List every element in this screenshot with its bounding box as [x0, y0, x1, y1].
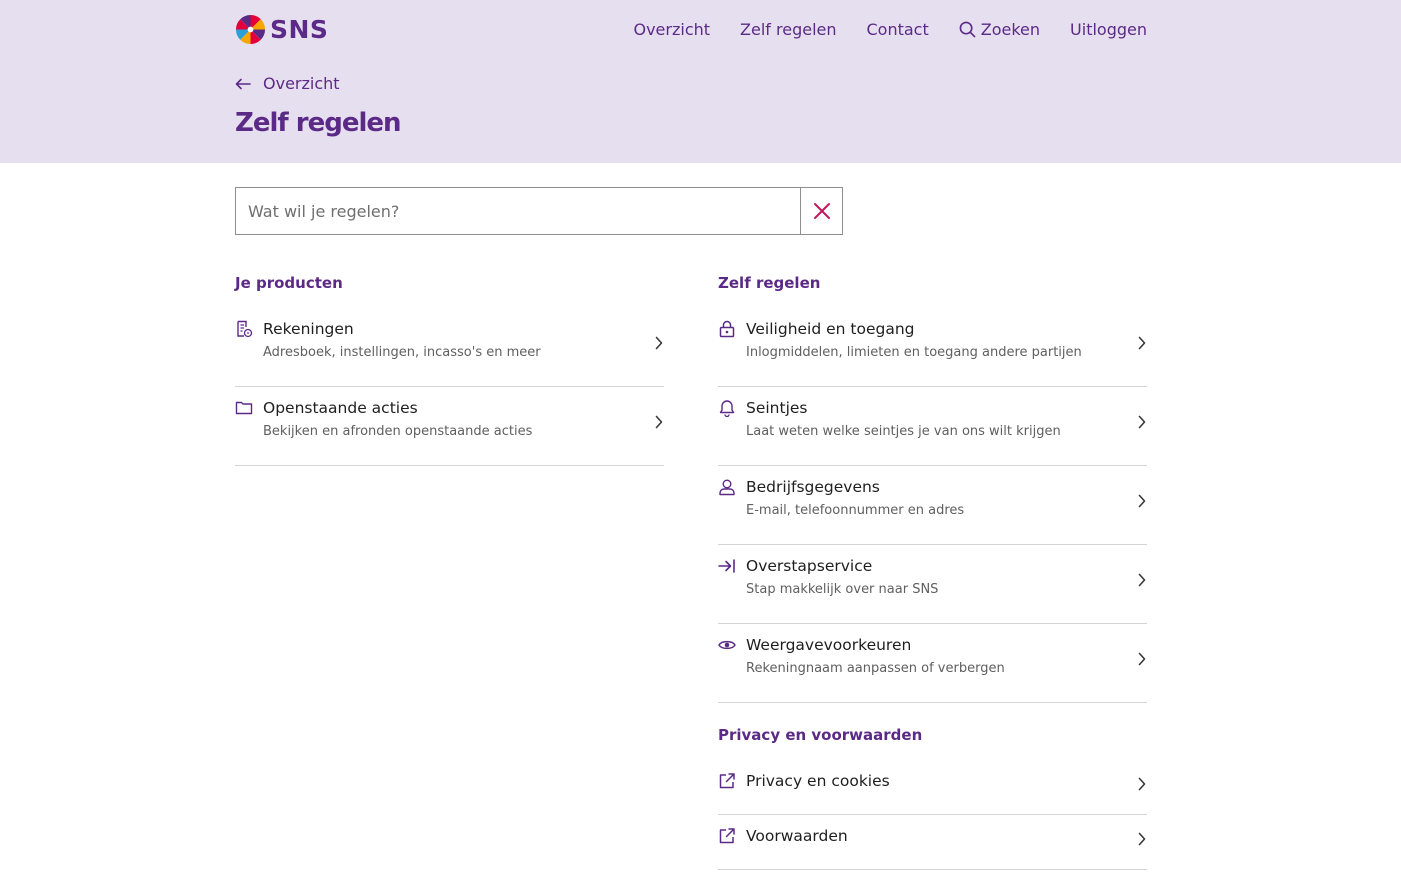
nav-self-service[interactable]: Zelf regelen — [740, 20, 836, 39]
chevron-right-icon — [1138, 832, 1146, 846]
list-item-subtitle: E-mail, telefoonnummer en adres — [746, 503, 965, 518]
list-item-title: Veiligheid en toegang — [746, 320, 915, 338]
chevron-right-icon — [1138, 652, 1146, 666]
nav-search[interactable]: Zoeken — [959, 20, 1040, 39]
nav-contact[interactable]: Contact — [867, 20, 929, 39]
list-item-title: Bedrijfsgegevens — [746, 478, 880, 496]
list-item-subtitle: Laat weten welke seintjes je van ons wil… — [746, 424, 1061, 439]
external-link-icon — [719, 828, 735, 844]
list-item-subtitle: Inlogmiddelen, limieten en toegang ander… — [746, 345, 1082, 360]
search-icon — [959, 21, 976, 37]
list-item-terms[interactable]: Voorwaarden — [718, 815, 1147, 870]
chevron-right-icon — [655, 336, 663, 350]
products-column: Je producten Rekeningen Adresboek, inste… — [235, 272, 664, 466]
chevron-right-icon — [1138, 415, 1146, 429]
top-bar: SNS Overzicht Zelf regelen Contact Zoeke… — [235, 12, 1147, 46]
list-item-title: Overstapservice — [746, 557, 873, 575]
list-item-title: Seintjes — [746, 399, 808, 417]
list-item-title: Voorwaarden — [746, 827, 848, 845]
page-title: Zelf regelen — [235, 108, 402, 138]
folder-icon — [235, 401, 253, 415]
logo-text: SNS — [270, 14, 329, 44]
list-item-company-details[interactable]: Bedrijfsgegevens E-mail, telefoonnummer … — [718, 466, 1147, 545]
list-item-subtitle: Adresboek, instellingen, incasso's en me… — [263, 345, 541, 360]
close-icon — [813, 203, 830, 219]
switch-arrow-icon — [718, 559, 735, 573]
bell-icon — [719, 400, 735, 417]
list-item-switch-service[interactable]: Overstapservice Stap makkelijk over naar… — [718, 545, 1147, 624]
accounts-document-icon — [237, 320, 253, 338]
self-service-column: Zelf regelen Veiligheid en toegang Inlog… — [718, 272, 1147, 870]
sns-logo[interactable]: SNS — [235, 14, 328, 45]
chevron-right-icon — [1138, 777, 1146, 791]
section-title-products: Je producten — [235, 274, 343, 292]
chevron-right-icon — [655, 415, 663, 429]
list-item-title: Rekeningen — [263, 320, 354, 338]
back-link[interactable]: Overzicht — [235, 74, 1147, 93]
nav-search-label: Zoeken — [980, 19, 1041, 39]
list-item-subtitle: Rekeningnaam aanpassen of verbergen — [746, 661, 1005, 676]
eye-icon — [718, 640, 736, 650]
chevron-right-icon — [1138, 573, 1146, 587]
chevron-right-icon — [1138, 494, 1146, 508]
list-item-privacy-cookies[interactable]: Privacy en cookies — [718, 760, 1147, 815]
section-title-privacy: Privacy en voorwaarden — [718, 726, 923, 744]
nav-logout[interactable]: Uitloggen — [1070, 20, 1147, 39]
lock-icon — [719, 320, 735, 338]
list-item-title: Privacy en cookies — [746, 772, 890, 790]
chevron-right-icon — [1138, 336, 1146, 350]
list-item-subtitle: Bekijken en afronden openstaande acties — [263, 424, 533, 439]
user-icon — [719, 479, 735, 496]
list-item-subtitle: Stap makkelijk over naar SNS — [746, 582, 939, 597]
search-box — [235, 187, 843, 235]
page-header: SNS Overzicht Zelf regelen Contact Zoeke… — [0, 0, 1401, 163]
section-title-self-service: Zelf regelen — [718, 274, 821, 292]
list-item-display-preferences[interactable]: Weergavevoorkeuren Rekeningnaam aanpasse… — [718, 624, 1147, 703]
list-item-title: Weergavevoorkeuren — [746, 636, 912, 654]
list-item-security[interactable]: Veiligheid en toegang Inlogmiddelen, lim… — [718, 308, 1147, 387]
list-item-open-actions[interactable]: Openstaande acties Bekijken en afronden … — [235, 387, 664, 466]
main-nav: Overzicht Zelf regelen Contact Zoeken Ui… — [633, 20, 1147, 39]
list-item-accounts[interactable]: Rekeningen Adresboek, instellingen, inca… — [235, 308, 664, 387]
list-item-title: Openstaande acties — [263, 399, 418, 417]
search-input[interactable] — [235, 187, 800, 235]
clear-search-button[interactable] — [800, 187, 843, 235]
back-link-label: Overzicht — [263, 74, 340, 93]
sns-logo-icon — [235, 14, 266, 44]
nav-overview[interactable]: Overzicht — [633, 20, 710, 39]
external-link-icon — [719, 773, 735, 789]
arrow-left-icon — [235, 78, 251, 89]
list-item-notifications[interactable]: Seintjes Laat weten welke seintjes je va… — [718, 387, 1147, 466]
